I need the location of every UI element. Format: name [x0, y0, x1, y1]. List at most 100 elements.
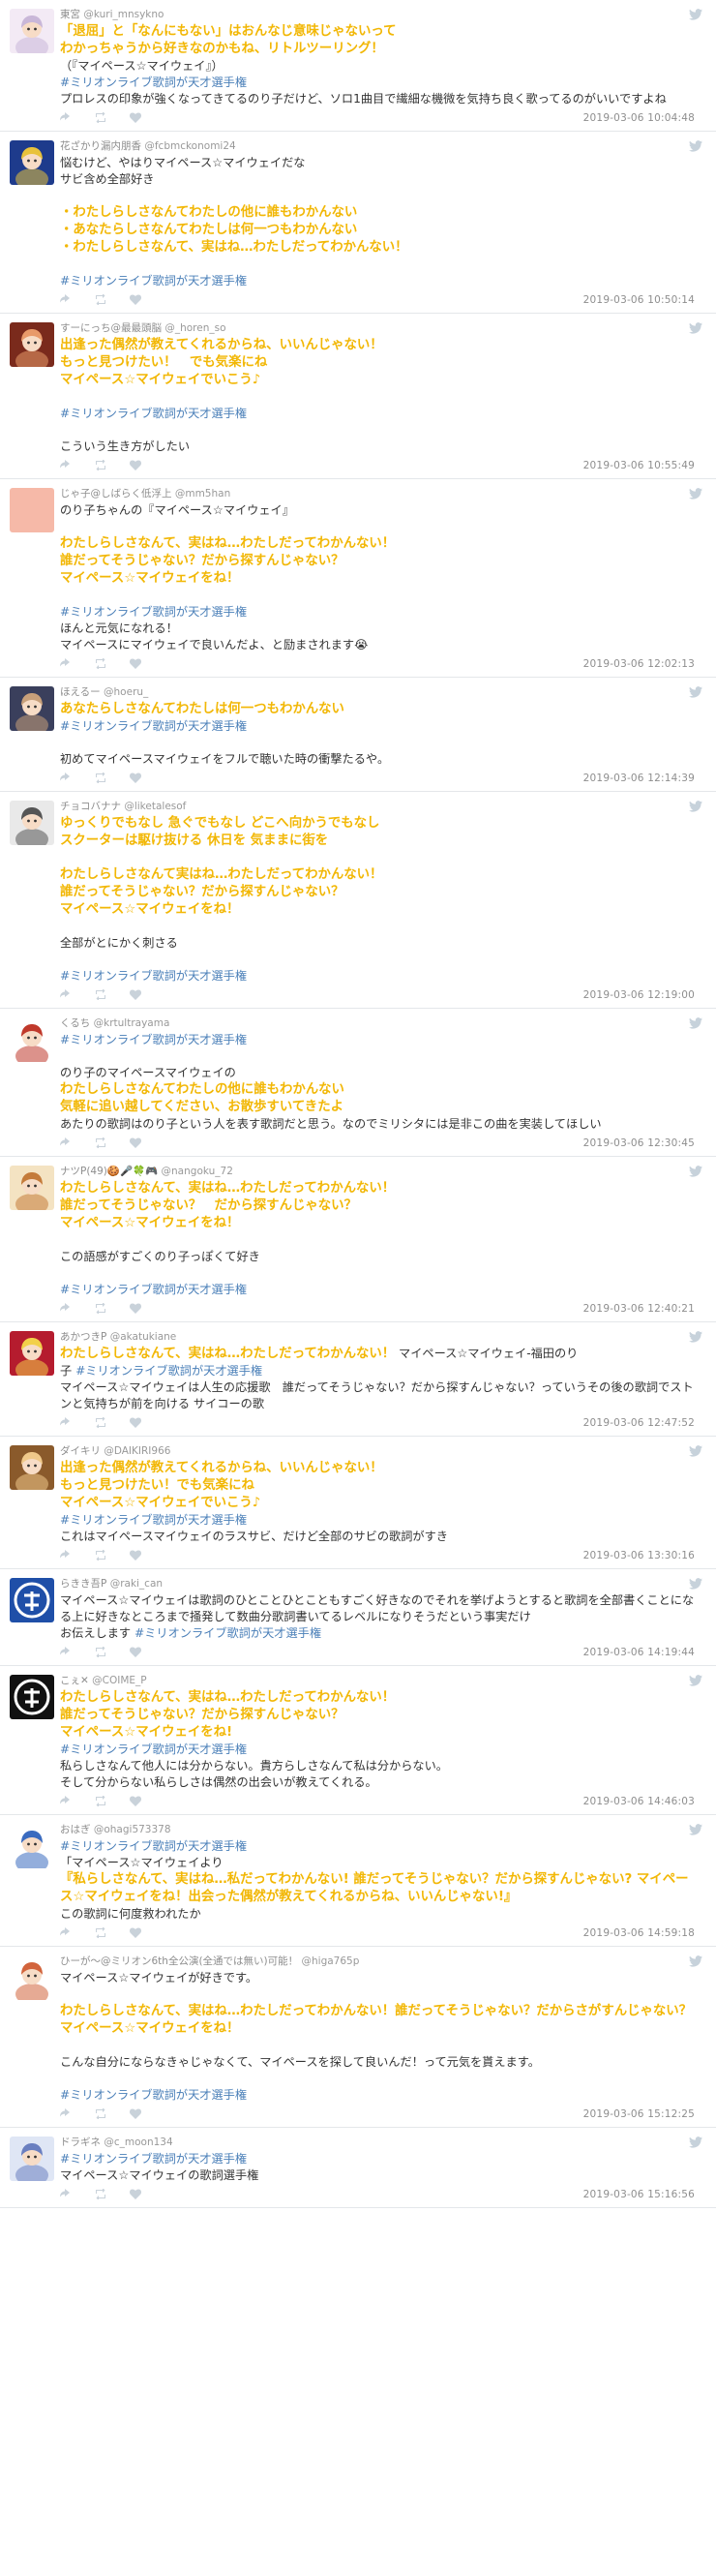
like-icon[interactable] [130, 1303, 141, 1314]
author-handle[interactable]: @raki_can [110, 1578, 163, 1590]
twitter-bird-icon[interactable] [689, 1955, 702, 1967]
author-handle[interactable]: @DAIKIRI966 [104, 1445, 170, 1457]
hashtag-link[interactable]: #ミリオンライブ歌詞が天才選手権 [60, 968, 695, 985]
tweet-author[interactable]: すーにっち@最最頭脳 @_horen_so [60, 321, 695, 336]
tweet-timestamp[interactable]: 2019-03-06 10:55:49 [583, 460, 695, 471]
tweet-card[interactable]: らきき吾P @raki_can マイペース☆マイウェイは歌詞のひとことひとこともす… [0, 1569, 716, 1666]
retweet-icon[interactable] [95, 2189, 106, 2199]
hashtag-link[interactable]: #ミリオンライブ歌詞が天才選手権 [60, 2151, 695, 2167]
reply-icon[interactable] [60, 1927, 72, 1938]
hashtag-link[interactable]: #ミリオンライブ歌詞が天才選手権 [60, 1838, 695, 1855]
anime-avatar-icon[interactable] [10, 686, 54, 731]
author-display-name[interactable]: 東宮 [60, 9, 80, 20]
retweet-icon[interactable] [95, 294, 106, 305]
tweet-timestamp[interactable]: 2019-03-06 14:46:03 [583, 1796, 695, 1807]
author-handle[interactable]: @akatukiane [110, 1331, 177, 1343]
tweet-card[interactable]: 花ざかり漏内朋香 @fcbmckonomi24 悩むけど、やはりマイペース☆マイウ… [0, 132, 716, 314]
hashtag-link[interactable]: #ミリオンライブ歌詞が天才選手権 [75, 1364, 262, 1378]
tweet-author[interactable]: 花ざかり漏内朋香 @fcbmckonomi24 [60, 139, 695, 154]
reply-icon[interactable] [60, 112, 72, 123]
author-handle[interactable]: @hoeru_ [104, 686, 148, 698]
reply-icon[interactable] [60, 1303, 72, 1314]
tweet-card[interactable]: ドラギネ @c_moon134 #ミリオンライブ歌詞が天才選手権 マイペース☆マイウ… [0, 2128, 716, 2208]
reply-icon[interactable] [60, 658, 72, 669]
logo-avatar-icon[interactable] [10, 1675, 54, 1719]
tweet-timestamp[interactable]: 2019-03-06 14:59:18 [583, 1927, 695, 1939]
author-display-name[interactable]: ダイキリ [60, 1445, 101, 1457]
reply-icon[interactable] [60, 1417, 72, 1428]
reply-icon[interactable] [60, 2189, 72, 2199]
tweet-card[interactable]: ひーが～@ミリオン6th全公演(全通では無い)可能！ @higa765p マイペー… [0, 1947, 716, 2128]
tweet-timestamp[interactable]: 2019-03-06 12:02:13 [583, 658, 695, 670]
author-handle[interactable]: @higa765p [302, 1955, 360, 1967]
tweet-author[interactable]: おはぎ @ohagi573378 [60, 1823, 695, 1837]
twitter-bird-icon[interactable] [689, 1331, 702, 1343]
tweet-card[interactable]: 東宮 @kuri_mnsykno 「退屈」と「なんにもない」はおんなじ意味じゃない… [0, 0, 716, 132]
like-icon[interactable] [130, 2189, 141, 2199]
reply-icon[interactable] [60, 460, 72, 470]
tweet-timestamp[interactable]: 2019-03-06 12:30:45 [583, 1137, 695, 1149]
author-display-name[interactable]: じゃ子@しばらく低浮上 [60, 488, 172, 500]
tweet-author[interactable]: チョコバナナ @liketalesof [60, 800, 695, 814]
author-handle[interactable]: @_horen_so [164, 322, 225, 334]
twitter-bird-icon[interactable] [689, 1445, 702, 1457]
tweet-card[interactable]: ダイキリ @DAIKIRI966 出逢った偶然が教えてくれるからね、いいんじゃない… [0, 1437, 716, 1569]
author-display-name[interactable]: こぇ✕ [60, 1675, 89, 1686]
tweet-author[interactable]: じゃ子@しばらく低浮上 @mm5han [60, 487, 695, 501]
tweet-card[interactable]: すーにっち@最最頭脳 @_horen_so 出逢った偶然が教えてくれるからね、いい… [0, 314, 716, 479]
author-display-name[interactable]: くるち [60, 1017, 90, 1029]
hashtag-link[interactable]: #ミリオンライブ歌詞が天才選手権 [60, 2087, 695, 2104]
tweet-card[interactable]: じゃ子@しばらく低浮上 @mm5han のり子ちゃんの『マイペース☆マイウェイ』わ… [0, 479, 716, 678]
hashtag-link[interactable]: #ミリオンライブ歌詞が天才選手権 [134, 1626, 321, 1640]
retweet-icon[interactable] [95, 2108, 106, 2119]
like-icon[interactable] [130, 1647, 141, 1657]
anime-avatar-icon[interactable] [10, 9, 54, 53]
hashtag-link[interactable]: #ミリオンライブ歌詞が天才選手権 [60, 1282, 695, 1298]
retweet-icon[interactable] [95, 1550, 106, 1561]
like-icon[interactable] [130, 1137, 141, 1148]
twitter-bird-icon[interactable] [689, 322, 702, 334]
reply-icon[interactable] [60, 1796, 72, 1806]
tweet-author[interactable]: ナツP(49)🍪🎤🍀🎮 @nangoku_72 [60, 1165, 695, 1179]
twitter-bird-icon[interactable] [689, 2137, 702, 2148]
retweet-icon[interactable] [95, 1796, 106, 1806]
author-handle[interactable]: @kuri_mnsykno [83, 9, 164, 20]
tweet-author[interactable]: ドラギネ @c_moon134 [60, 2136, 695, 2150]
author-handle[interactable]: @COIME_P [92, 1675, 146, 1686]
tweet-author[interactable]: あかつきP @akatukiane [60, 1330, 695, 1345]
anime-avatar-icon[interactable] [10, 1824, 54, 1868]
hashtag-link[interactable]: #ミリオンライブ歌詞が天才選手権 [60, 1742, 695, 1758]
twitter-bird-icon[interactable] [689, 686, 702, 698]
like-icon[interactable] [130, 658, 141, 669]
author-handle[interactable]: @nangoku_72 [162, 1166, 233, 1177]
hashtag-link[interactable]: #ミリオンライブ歌詞が天才選手権 [60, 406, 695, 422]
twitter-bird-icon[interactable] [689, 9, 702, 20]
tweet-timestamp[interactable]: 2019-03-06 14:19:44 [583, 1647, 695, 1658]
author-handle[interactable]: @mm5han [175, 488, 230, 500]
author-display-name[interactable]: ドラギネ [60, 2137, 101, 2148]
tweet-timestamp[interactable]: 2019-03-06 10:50:14 [583, 294, 695, 306]
retweet-icon[interactable] [95, 989, 106, 1000]
like-icon[interactable] [130, 1927, 141, 1938]
like-icon[interactable] [130, 773, 141, 783]
twitter-bird-icon[interactable] [689, 1578, 702, 1590]
author-handle[interactable]: @c_moon134 [104, 2137, 172, 2148]
reply-icon[interactable] [60, 294, 72, 305]
retweet-icon[interactable] [95, 1417, 106, 1428]
twitter-bird-icon[interactable] [689, 488, 702, 500]
blank-avatar-icon[interactable] [10, 488, 54, 532]
author-display-name[interactable]: らきき吾P [60, 1578, 106, 1590]
like-icon[interactable] [130, 2108, 141, 2119]
hashtag-link[interactable]: #ミリオンライブ歌詞が天才選手権 [60, 273, 695, 289]
reply-icon[interactable] [60, 989, 72, 1000]
tweet-author[interactable]: こぇ✕ @COIME_P [60, 1674, 695, 1688]
author-display-name[interactable]: すーにっち@最最頭脳 [60, 322, 162, 334]
tweet-timestamp[interactable]: 2019-03-06 12:47:52 [583, 1417, 695, 1429]
tweet-author[interactable]: 東宮 @kuri_mnsykno [60, 8, 695, 22]
author-display-name[interactable]: あかつきP [60, 1331, 106, 1343]
tweet-timestamp[interactable]: 2019-03-06 12:14:39 [583, 773, 695, 784]
like-icon[interactable] [130, 460, 141, 470]
like-icon[interactable] [130, 1796, 141, 1806]
author-display-name[interactable]: チョコバナナ [60, 801, 121, 812]
retweet-icon[interactable] [95, 112, 106, 123]
